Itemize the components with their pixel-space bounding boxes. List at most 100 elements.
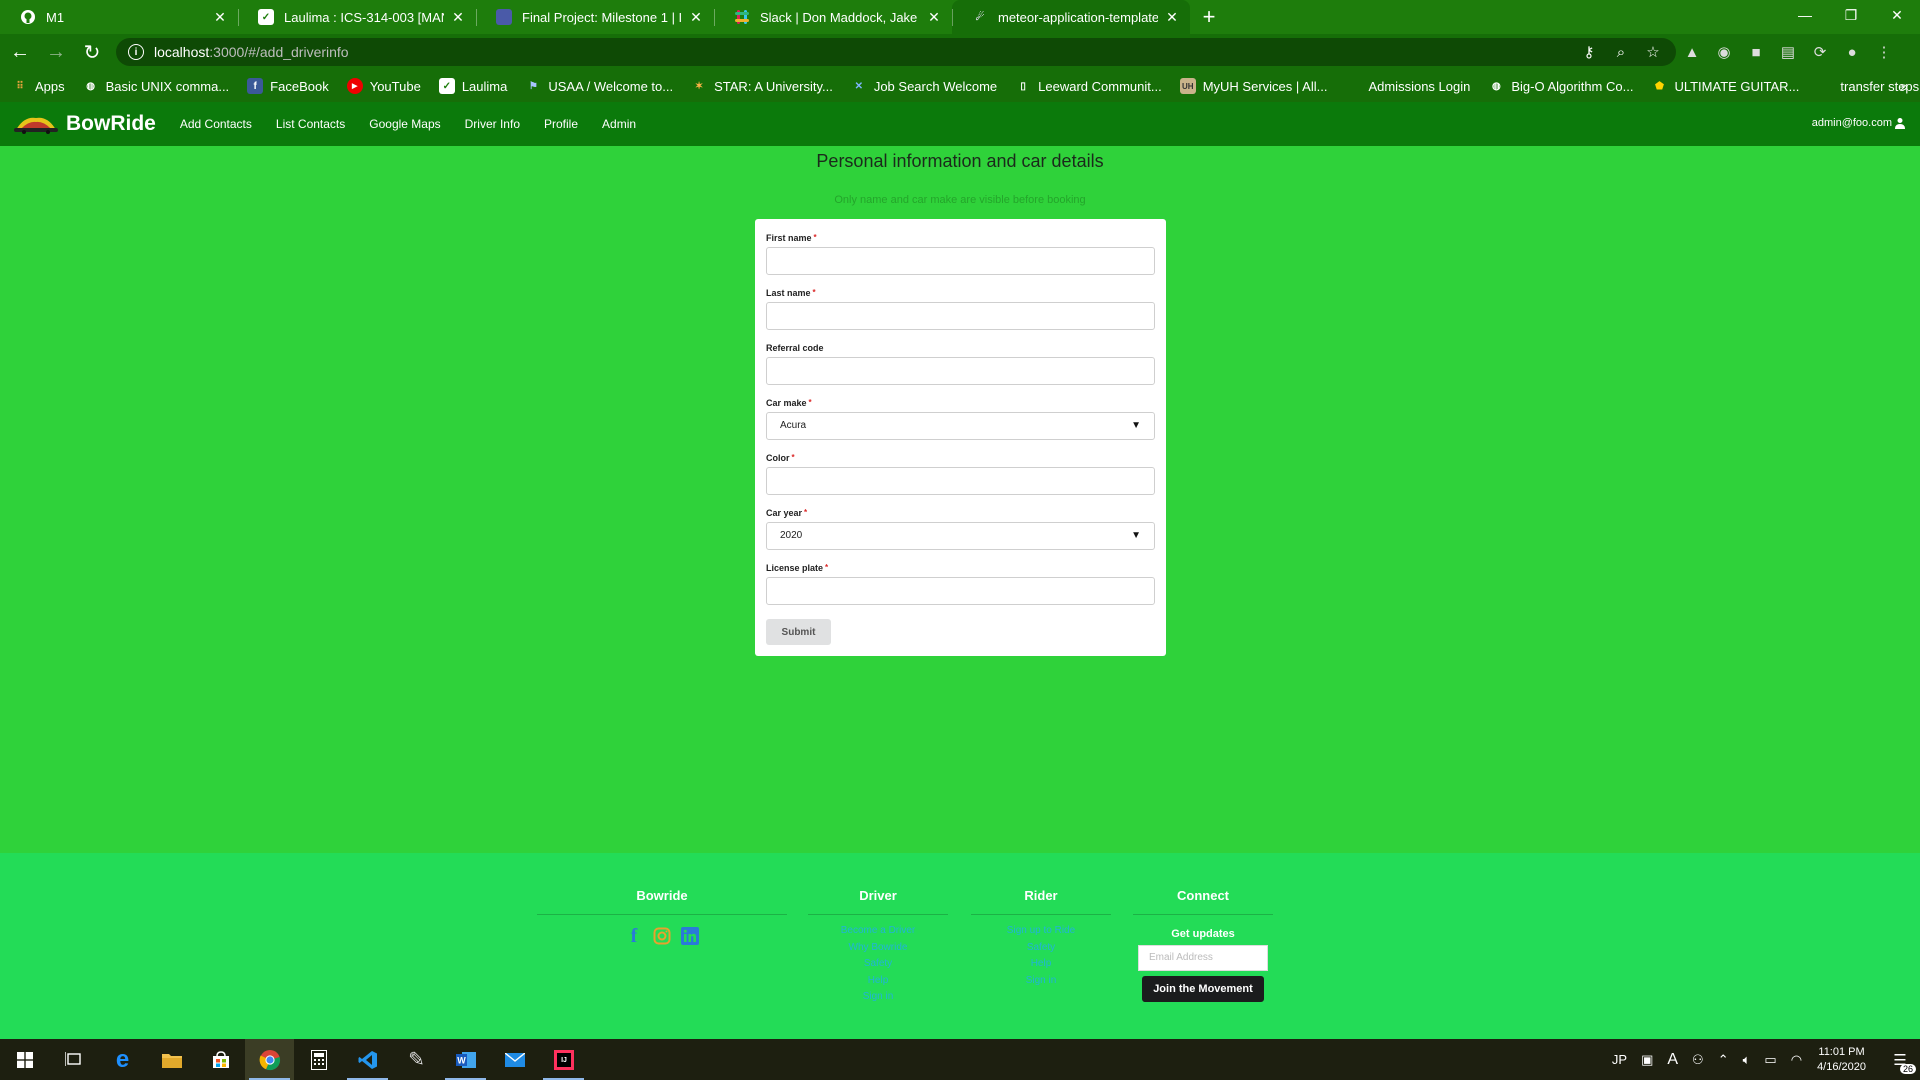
bookmark-unix[interactable]: ◍ Basic UNIX comma... (83, 78, 229, 94)
bookmark-apps[interactable]: ⠿ Apps (12, 78, 64, 94)
task-view-icon[interactable] (49, 1039, 98, 1080)
close-tab-icon[interactable]: ✕ (450, 9, 466, 26)
new-tab-button[interactable]: + (1194, 0, 1224, 34)
join-movement-button[interactable]: Join the Movement (1142, 976, 1264, 1002)
bookmark-job-search[interactable]: ✕ Job Search Welcome (851, 78, 998, 94)
ime-mode[interactable]: JP (1612, 1052, 1627, 1067)
minimize-icon[interactable]: — (1782, 0, 1828, 30)
extension-compass-icon[interactable]: ◉ (1708, 38, 1740, 66)
close-tab-icon[interactable]: ✕ (212, 9, 228, 26)
extension-drive-icon[interactable]: ▲ (1676, 38, 1708, 66)
referral-code-input[interactable] (766, 357, 1155, 385)
back-icon[interactable]: ← (4, 36, 36, 68)
browser-tab-meteor[interactable]: ☄ meteor-application-template ✕ (952, 0, 1190, 34)
footer-divider (537, 914, 787, 915)
bookmark-youtube[interactable]: ▶ YouTube (346, 78, 421, 94)
menu-kebab-icon[interactable]: ⋮ (1868, 38, 1900, 66)
volume-icon[interactable]: 🔈︎ (1743, 1052, 1751, 1068)
key-icon[interactable]: ⚷ (1578, 43, 1600, 61)
ime-input-icon[interactable]: A (1667, 1051, 1678, 1069)
bookmark-myuh[interactable]: UH MyUH Services | All... (1179, 78, 1327, 94)
email-signup-input[interactable]: Email Address (1138, 945, 1268, 971)
chrome-icon[interactable] (245, 1039, 294, 1080)
battery-icon[interactable]: ▭ (1764, 1052, 1776, 1068)
store-icon[interactable] (196, 1039, 245, 1080)
people-icon[interactable]: ⚇ (1692, 1052, 1704, 1068)
bookmark-star[interactable]: ✶ STAR: A University... (691, 78, 833, 94)
reload-icon[interactable]: ↻ (76, 36, 108, 68)
footer-link-become-driver[interactable]: Become a Driver (808, 923, 948, 940)
paint-icon[interactable]: ✎ (392, 1039, 441, 1080)
nav-google-maps[interactable]: Google Maps (369, 117, 440, 131)
bookmark-ultimate-guitar[interactable]: ⬟ ULTIMATE GUITAR... (1651, 78, 1799, 94)
file-explorer-icon[interactable] (147, 1039, 196, 1080)
brand-link[interactable]: BowRide (14, 112, 156, 136)
footer-link-why-bowride[interactable]: Why Bowride (808, 940, 948, 957)
browser-tab-laulima[interactable]: ✓ Laulima : ICS-314-003 [MAN.871 ✕ (238, 0, 476, 34)
windows-start-icon[interactable] (0, 1039, 49, 1080)
extension-print-icon[interactable]: ▤ (1772, 38, 1804, 66)
bookmark-usaa[interactable]: ⚑ USAA / Welcome to... (525, 78, 673, 94)
referral-code-field: Referral code (766, 340, 1155, 395)
zoom-icon[interactable]: ⌕ (1610, 44, 1632, 61)
car-make-select[interactable]: Acura ▼ (766, 412, 1155, 440)
action-center-icon[interactable]: ☰ 26 (1880, 1039, 1920, 1080)
bookmark-big-o[interactable]: ◍ Big-O Algorithm Co... (1488, 78, 1633, 94)
footer-link-driver-sign-in[interactable]: Sign in (808, 989, 948, 1006)
show-hidden-icon[interactable]: ⌃ (1718, 1052, 1729, 1068)
nav-driver-info[interactable]: Driver Info (465, 117, 520, 131)
footer-link-rider-sign-in[interactable]: Sign in (971, 973, 1111, 990)
facebook-icon[interactable]: f (623, 925, 645, 947)
vscode-icon[interactable] (343, 1039, 392, 1080)
mail-icon[interactable] (490, 1039, 539, 1080)
license-plate-input[interactable] (766, 577, 1155, 605)
last-name-input[interactable] (766, 302, 1155, 330)
nav-profile[interactable]: Profile (544, 117, 578, 131)
first-name-input[interactable] (766, 247, 1155, 275)
bookmark-admissions[interactable]: Admissions Login (1345, 78, 1470, 94)
ime-dictionary-icon[interactable]: ▣ (1641, 1052, 1653, 1068)
site-info-icon[interactable]: i (128, 44, 144, 60)
footer-link-sign-up-ride[interactable]: Sign up to Ride (971, 923, 1111, 940)
footer-link-rider-safety[interactable]: Safety (971, 940, 1111, 957)
word-icon[interactable]: W (441, 1039, 490, 1080)
extension-sync-icon[interactable]: ⟳ (1804, 38, 1836, 66)
calculator-icon[interactable] (294, 1039, 343, 1080)
blank-icon (1817, 78, 1833, 94)
browser-tab-slack[interactable]: Slack | Don Maddock, Jake Hijiric ✕ (714, 0, 952, 34)
footer-link-driver-help[interactable]: Help (808, 973, 948, 990)
address-bar[interactable]: i localhost:3000/#/add_driverinfo ⚷ ⌕ ☆ (116, 38, 1676, 66)
footer-link-rider-help[interactable]: Help (971, 956, 1111, 973)
bookmark-label: USAA / Welcome to... (548, 78, 674, 94)
car-year-select[interactable]: 2020 ▼ (766, 522, 1155, 550)
bookmark-leeward[interactable]: ▯ Leeward Communit... (1015, 78, 1161, 94)
wifi-icon[interactable]: ◠ (1791, 1052, 1802, 1068)
linkedin-icon[interactable] (679, 925, 701, 947)
extension-square-icon[interactable]: ■ (1740, 38, 1772, 66)
restore-icon[interactable]: ❐ (1828, 0, 1874, 30)
user-menu[interactable]: admin@foo.com (1812, 117, 1906, 129)
browser-tab-m1[interactable]: M1 ✕ (0, 0, 238, 34)
nav-admin[interactable]: Admin (602, 117, 636, 131)
more-bookmarks-icon[interactable]: » (1900, 78, 1908, 94)
submit-button[interactable]: Submit (766, 619, 831, 645)
bookmark-laulima[interactable]: ✓ Laulima (438, 78, 507, 94)
color-input[interactable] (766, 467, 1155, 495)
svg-text:W: W (457, 1055, 466, 1065)
bookmark-facebook[interactable]: f FaceBook (247, 78, 329, 94)
close-tab-icon[interactable]: ✕ (1164, 9, 1180, 26)
edge-icon[interactable]: e (98, 1039, 147, 1080)
instagram-icon[interactable] (651, 925, 673, 947)
close-tab-icon[interactable]: ✕ (926, 9, 942, 26)
forward-icon[interactable]: → (40, 36, 72, 68)
footer-link-driver-safety[interactable]: Safety (808, 956, 948, 973)
close-window-icon[interactable]: ✕ (1874, 0, 1920, 30)
close-tab-icon[interactable]: ✕ (688, 9, 704, 26)
nav-list-contacts[interactable]: List Contacts (276, 117, 345, 131)
intellij-icon[interactable]: IJ (539, 1039, 588, 1080)
clock[interactable]: 11:01 PM 4/16/2020 (1817, 1045, 1866, 1075)
nav-add-contacts[interactable]: Add Contacts (180, 117, 252, 131)
browser-tab-final-project[interactable]: Final Project: Milestone 1 | ICS 31 ✕ (476, 0, 714, 34)
bookmark-star-icon[interactable]: ☆ (1642, 43, 1664, 61)
profile-avatar-icon[interactable]: ● (1836, 38, 1868, 66)
